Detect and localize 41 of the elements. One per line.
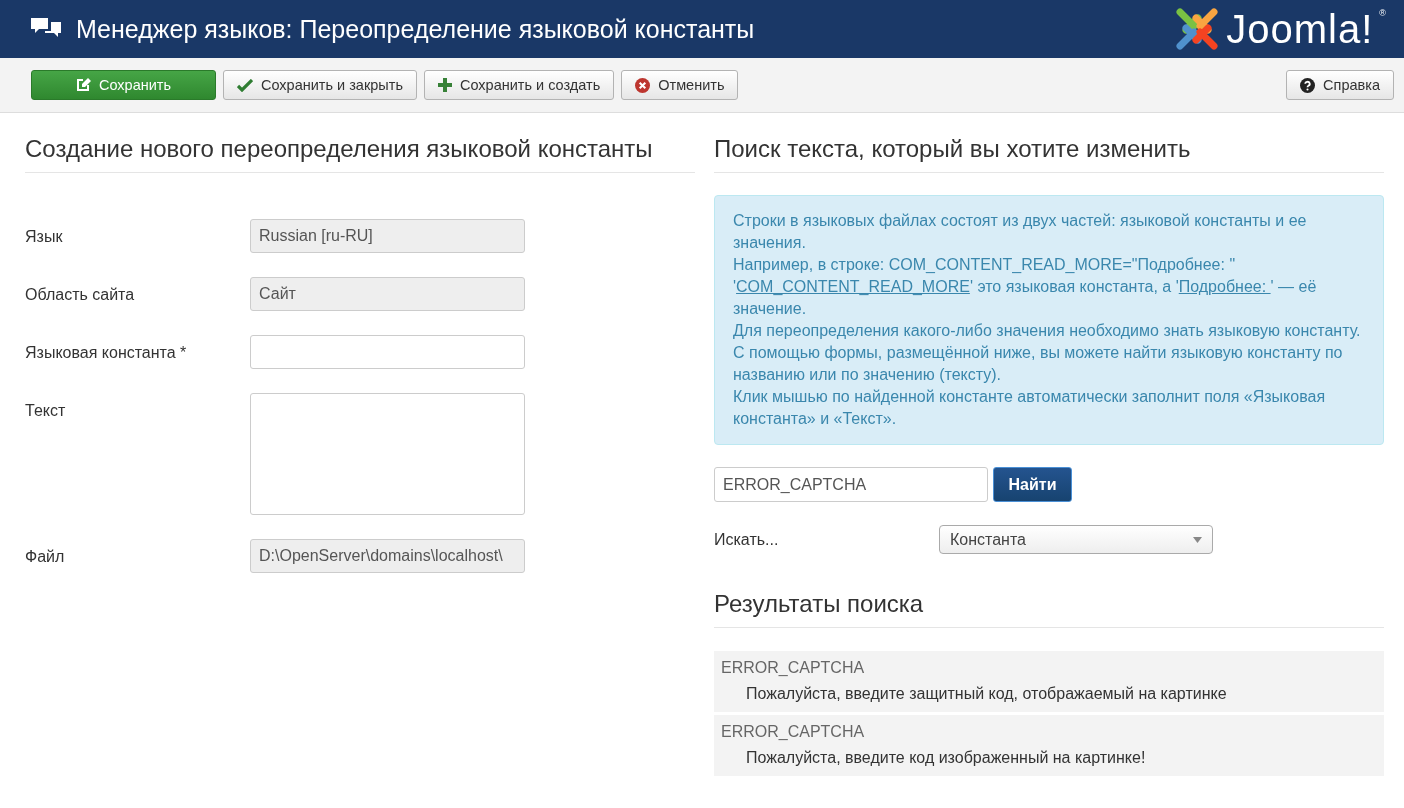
search-field[interactable]: ERROR_CAPTCHA — [714, 467, 988, 502]
search-type-dropdown[interactable]: Константа — [939, 525, 1213, 554]
readonly-field: Russian [ru-RU] — [250, 219, 525, 253]
readonly-field: D:\OpenServer\domains\localhost\ — [250, 539, 525, 573]
check-icon — [237, 78, 253, 92]
result-constant: ERROR_CAPTCHA — [721, 659, 866, 677]
help-button[interactable]: Справка — [1286, 70, 1394, 100]
field-label: Искать... — [714, 530, 780, 549]
search-result[interactable]: ERROR_CAPTCHA Пожалуйста, введите код изображенный на картинке! — [714, 715, 1384, 776]
edit-icon — [75, 78, 91, 92]
info-paragraph: Клик мышью по найденной константе автоматически заполнит поля «Языковая константа» и «Текст». — [733, 387, 1327, 429]
result-text: Пожалуйста, введите защитный код, отображаемый на картинке — [746, 685, 1228, 703]
save-button[interactable]: Сохранить и создать — [423, 70, 615, 100]
field-label: Область сайта — [25, 285, 136, 304]
cancel-icon — [635, 77, 651, 93]
help-icon — [1300, 77, 1316, 93]
result-text: Пожалуйста, введите код изображенный на картинке! — [746, 749, 1147, 767]
find-button[interactable]: Найти — [993, 467, 1072, 502]
text-area[interactable] — [250, 393, 525, 515]
info-paragraph: Например, в строке: COM_CONTENT_READ_MORE="Подробнее: " 'COM_CONTENT_READ_MORE' это языковая константа, а 'Подробнее: ' — её значение. — [733, 255, 1318, 319]
search-result[interactable]: ERROR_CAPTCHA Пожалуйста, введите защитный код, отображаемый на картинке — [714, 651, 1384, 712]
plus-icon — [437, 78, 452, 92]
save-button[interactable]: Сохранить — [31, 70, 216, 100]
field-label: Файл — [25, 547, 66, 566]
joomla-logo: Joomla!® — [1174, 6, 1386, 52]
info-paragraph: Строки в языковых файлах состоят из двух частей: языковой константы и ее значения. — [733, 211, 1308, 253]
section-heading: Поиск текста, который вы хотите изменить — [714, 135, 1384, 173]
caret-icon — [1193, 536, 1202, 543]
input-field[interactable] — [250, 335, 525, 369]
cancel-button[interactable]: Отменить — [621, 70, 739, 100]
page-title: Менеджер языков: Переопределение языковой константы — [76, 14, 756, 44]
section-heading: Создание нового переопределения языковой константы — [25, 135, 695, 173]
field-label: Текст — [25, 401, 67, 420]
info-paragraph: Для переопределения какого-либо значения необходимо знать языковую константу. С помощью формы, размещённой ниже, вы можете найти языковую константу по названию или по значению (тексту). — [733, 321, 1362, 385]
joomla-mark-icon — [1174, 6, 1221, 52]
section-heading: Результаты поиска — [714, 590, 1384, 628]
readonly-field: Сайт — [250, 277, 525, 311]
field-label: Языковая константа * — [25, 343, 188, 362]
field-label: Язык — [25, 227, 64, 246]
result-constant: ERROR_CAPTCHA — [721, 723, 866, 741]
save-button[interactable]: Сохранить и закрыть — [223, 70, 417, 100]
